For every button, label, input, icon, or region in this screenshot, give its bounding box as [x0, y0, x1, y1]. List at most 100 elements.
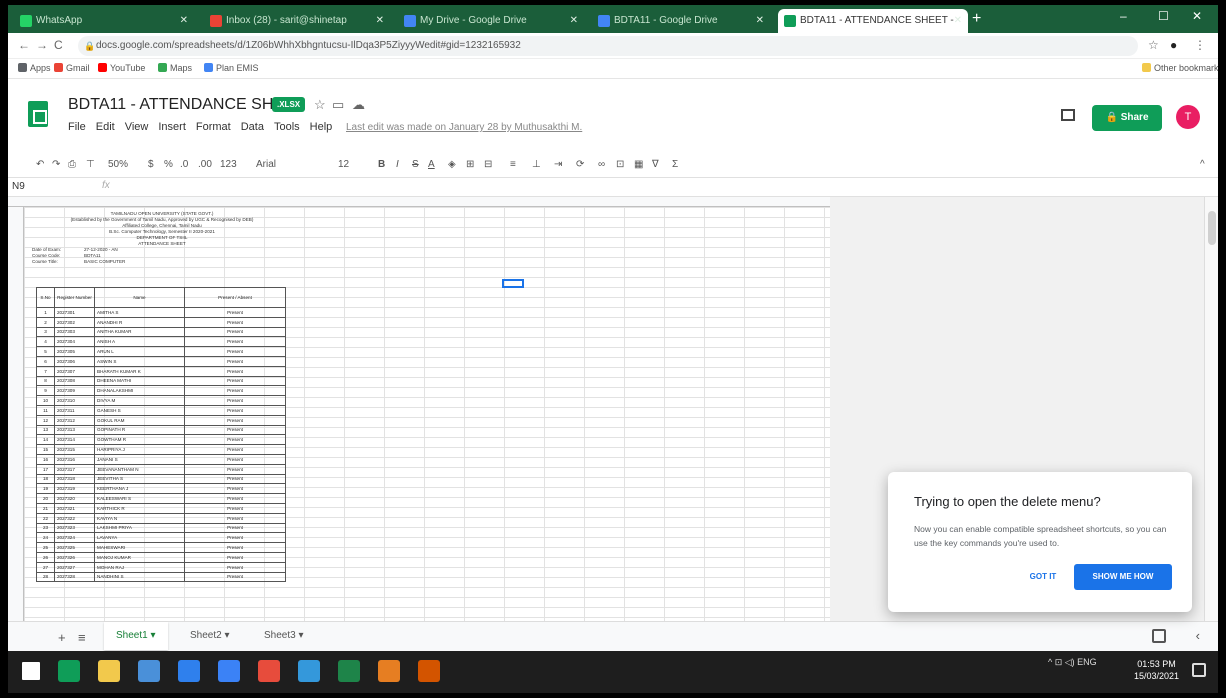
cell-name[interactable]: KEERTHANA J: [94, 483, 185, 495]
cell-name[interactable]: ANITHA KUMAR: [94, 326, 185, 338]
close-tab-icon[interactable]: ✕: [756, 9, 764, 33]
cell-n[interactable]: 1: [36, 307, 55, 318]
cell-name[interactable]: JEEVANANTHAM N: [94, 463, 185, 475]
bookmark-item[interactable]: Apps: [18, 63, 51, 73]
chat-app-icon[interactable]: [178, 660, 200, 682]
close-tab-icon[interactable]: ✕: [954, 9, 962, 33]
zoom-select[interactable]: 50%: [108, 159, 128, 170]
comment-history-icon[interactable]: [1061, 109, 1075, 121]
cell-st[interactable]: Present: [184, 424, 286, 436]
profile-icon[interactable]: ●: [1170, 38, 1177, 52]
cell-st[interactable]: Present: [184, 414, 286, 426]
percent-icon[interactable]: %: [164, 159, 173, 170]
side-panel-toggle-icon[interactable]: ‹: [1196, 628, 1200, 643]
move-folder-icon[interactable]: ▭: [332, 97, 344, 113]
sheet-tab[interactable]: Sheet3 ▾: [252, 622, 316, 650]
name-box[interactable]: N9: [12, 181, 25, 192]
cell-name[interactable]: HARIPRIYA J: [94, 444, 185, 455]
cell-reg[interactable]: 2027306: [54, 355, 95, 367]
close-tab-icon[interactable]: ✕: [570, 9, 578, 33]
document-title[interactable]: BDTA11 - ATTENDANCE SHEET: [68, 96, 304, 114]
cell-st[interactable]: Present: [184, 395, 286, 406]
cell-st[interactable]: Present: [184, 355, 286, 367]
cell-reg[interactable]: 2027303: [54, 326, 95, 338]
maximize-icon[interactable]: ☐: [1158, 9, 1169, 23]
forward-icon[interactable]: →: [36, 38, 48, 52]
menu-format[interactable]: Format: [196, 121, 231, 133]
cell-n[interactable]: 21: [36, 502, 55, 514]
cell-st[interactable]: Present: [184, 473, 286, 485]
cell-st[interactable]: Present: [184, 483, 286, 495]
cell-reg[interactable]: 2027313: [54, 424, 95, 436]
cell-st[interactable]: Present: [184, 453, 286, 465]
sheet-tab[interactable]: Sheet1 ▾: [104, 622, 168, 650]
system-tray[interactable]: ^ ⊡ ◁) ENG: [1048, 657, 1097, 668]
menu-help[interactable]: Help: [310, 121, 333, 133]
align-icon[interactable]: ≡: [510, 159, 516, 170]
cell-reg[interactable]: 2027301: [54, 307, 95, 318]
rotate-icon[interactable]: ⟳: [576, 159, 584, 170]
valign-icon[interactable]: ⊥: [532, 159, 541, 170]
explore-icon[interactable]: [1152, 629, 1166, 643]
menu-edit[interactable]: Edit: [96, 121, 115, 133]
cell-reg[interactable]: 2027316: [54, 453, 95, 465]
cell-n[interactable]: 20: [36, 493, 55, 504]
minimize-icon[interactable]: –: [1120, 9, 1127, 23]
cell-n[interactable]: 12: [36, 414, 55, 426]
cell-name[interactable]: MANOJ KUMAR: [94, 551, 185, 563]
got-it-button[interactable]: GOT IT: [1018, 564, 1068, 590]
cell-name[interactable]: GOWTHAM R: [94, 434, 185, 446]
cell-n[interactable]: 10: [36, 395, 55, 406]
other-bookmarks[interactable]: Other bookmarks: [1142, 63, 1218, 73]
bookmark-item[interactable]: Plan EMIS: [204, 63, 259, 73]
collapse-toolbar-icon[interactable]: ^: [1200, 159, 1205, 170]
decrease-decimal-icon[interactable]: .0: [180, 159, 188, 170]
cell-reg[interactable]: 2027307: [54, 365, 95, 377]
cell-name[interactable]: GOKUL RAM: [94, 414, 185, 426]
add-sheet-icon[interactable]: +: [58, 630, 66, 645]
cell-reg[interactable]: 2027324: [54, 532, 95, 544]
cell-st[interactable]: Present: [184, 551, 286, 563]
cell-name[interactable]: JEEVITHA S: [94, 473, 185, 485]
notifications-icon[interactable]: [1192, 663, 1206, 677]
increase-decimal-icon[interactable]: .00: [198, 159, 212, 170]
cell-reg[interactable]: 2027318: [54, 473, 95, 485]
browser-tab[interactable]: Inbox (28) - sarit@shinetap ✕: [204, 9, 390, 33]
more-formats-select[interactable]: 123: [220, 159, 237, 170]
bookmark-item[interactable]: Maps: [158, 63, 192, 73]
cell-name[interactable]: KARTHICK R: [94, 502, 185, 514]
cell-n[interactable]: 19: [36, 483, 55, 495]
vertical-scrollbar[interactable]: [1204, 197, 1218, 621]
cell-name[interactable]: GOPINATH R: [94, 424, 185, 436]
cell-n[interactable]: 23: [36, 522, 55, 534]
cell-n[interactable]: 25: [36, 542, 55, 553]
browser-tab[interactable]: BDTA11 - ATTENDANCE SHEET - ✕: [778, 9, 968, 33]
cell-n[interactable]: 15: [36, 444, 55, 455]
clock[interactable]: 01:53 PM 15/03/2021: [1134, 658, 1179, 682]
cell-reg[interactable]: 2027325: [54, 542, 95, 553]
cell-name[interactable]: NANDHINI S: [94, 571, 185, 583]
cell-n[interactable]: 9: [36, 385, 55, 397]
cell-n[interactable]: 18: [36, 473, 55, 485]
comment-icon[interactable]: ⊡: [616, 159, 624, 170]
cell-reg[interactable]: 2027328: [54, 571, 95, 583]
sheet-tab[interactable]: Sheet2 ▾: [178, 622, 242, 650]
menu-file[interactable]: File: [68, 121, 86, 133]
borders-icon[interactable]: ⊞: [466, 159, 474, 170]
cell-n[interactable]: 8: [36, 375, 55, 387]
star-icon[interactable]: ☆: [314, 97, 326, 113]
menu-tools[interactable]: Tools: [274, 121, 300, 133]
cell-reg[interactable]: 2027308: [54, 375, 95, 387]
cell-n[interactable]: 13: [36, 424, 55, 436]
cell-st[interactable]: Present: [184, 385, 286, 397]
link-icon[interactable]: ∞: [598, 159, 605, 170]
share-button[interactable]: 🔒 Share: [1092, 105, 1162, 131]
star-icon[interactable]: ☆: [1148, 38, 1159, 52]
cell-n[interactable]: 17: [36, 463, 55, 475]
sheets-app-icon[interactable]: [58, 660, 80, 682]
office-app-icon[interactable]: [418, 660, 440, 682]
cell-st[interactable]: Present: [184, 522, 286, 534]
row-headers[interactable]: [8, 207, 24, 621]
cell-n[interactable]: 7: [36, 365, 55, 377]
fill-color-icon[interactable]: ◈: [448, 159, 456, 170]
